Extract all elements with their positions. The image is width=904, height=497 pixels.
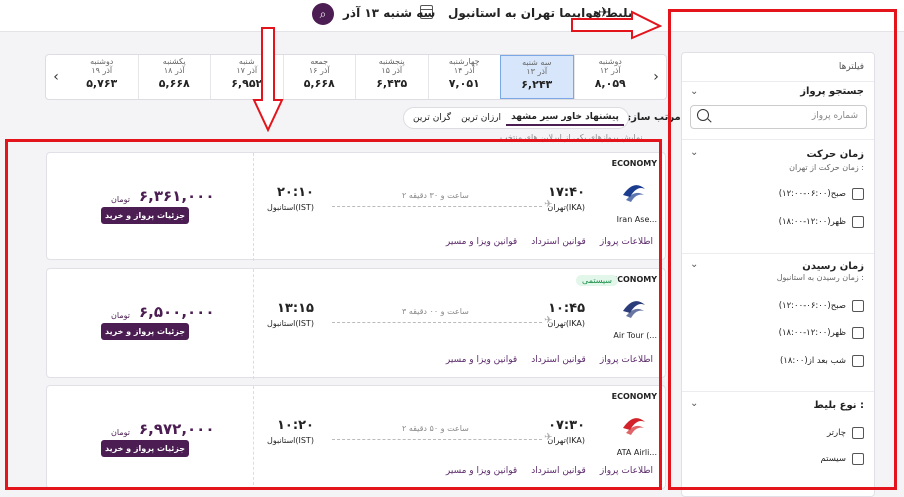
date-day: چهارشنبه xyxy=(448,57,480,66)
search-date[interactable]: سه شنبه ۱۳ آذر xyxy=(343,6,435,20)
sort-most-expensive[interactable]: گران ترین xyxy=(408,111,456,125)
date-day: پنجشنبه xyxy=(378,57,405,66)
date-day: جمعه xyxy=(310,57,329,66)
date-option[interactable]: دوشنبه ۱۹ آذر ۵,۷۶۳ xyxy=(66,55,138,99)
date-date: ۱۲ آذر xyxy=(599,66,621,75)
date-day: یکشنبه xyxy=(162,57,186,66)
chevron-left-icon[interactable]: ‹ xyxy=(46,55,66,99)
sort-cheapest[interactable]: ارزان ترین xyxy=(456,111,506,125)
arrow-down-annotation xyxy=(252,27,284,132)
date-date: ۱۸ آذر xyxy=(163,66,185,75)
date-price: ۸,۰۵۹ xyxy=(594,77,626,90)
date-date: ۱۶ آذر xyxy=(308,66,330,75)
search-button[interactable]: ⌕ xyxy=(312,3,334,25)
annotation-box-results xyxy=(5,139,662,490)
date-option[interactable]: دوشنبه ۱۲ آذر ۸,۰۵۹ xyxy=(573,55,647,99)
date-day: سه شنبه xyxy=(522,58,552,67)
date-price: ۶,۲۴۳ xyxy=(521,78,553,91)
date-day: دوشنبه xyxy=(598,57,622,66)
date-option[interactable]: یکشنبه ۱۸ آذر ۵,۶۶۸ xyxy=(137,55,211,99)
date-option[interactable]: پنجشنبه ۱۵ آذر ۶,۴۳۵ xyxy=(355,55,428,99)
date-date: ۱۹ آذر xyxy=(91,66,113,75)
date-date: ۱۳ آذر xyxy=(526,67,548,76)
date-price: ۵,۷۶۳ xyxy=(86,77,118,90)
sort-recommended[interactable]: پیشنهاد خاور سیر مشهد xyxy=(506,110,624,126)
date-price: ۵,۶۶۸ xyxy=(303,77,335,90)
arrow-right-annotation xyxy=(571,10,662,40)
chevron-right-icon[interactable]: › xyxy=(646,55,666,99)
date-option[interactable]: چهارشنبه ۱۴ آذر ۷,۰۵۱ xyxy=(427,55,501,99)
annotation-box-filters xyxy=(668,9,897,490)
date-price: ۷,۰۵۱ xyxy=(448,77,480,90)
date-selector: ‹ دوشنبه ۱۹ آذر ۵,۷۶۳ یکشنبه ۱۸ آذر ۵,۶۶۸ شنبه… xyxy=(45,54,667,100)
date-price: ۵,۶۶۸ xyxy=(158,77,190,90)
date-day: دوشنبه xyxy=(90,57,114,66)
date-price: ۶,۴۳۵ xyxy=(376,77,408,90)
date-date: ۱۵ آذر xyxy=(381,66,403,75)
date-option[interactable]: سه شنبه ۱۳ آذر ۶,۲۴۳ xyxy=(500,55,574,99)
sort-options: گران ترین ارزان ترین پیشنهاد خاور سیر مش… xyxy=(403,106,629,130)
date-date: ۱۴ آذر xyxy=(453,66,475,75)
date-option[interactable]: جمعه ۱۶ آذر ۵,۶۶۸ xyxy=(282,55,356,99)
